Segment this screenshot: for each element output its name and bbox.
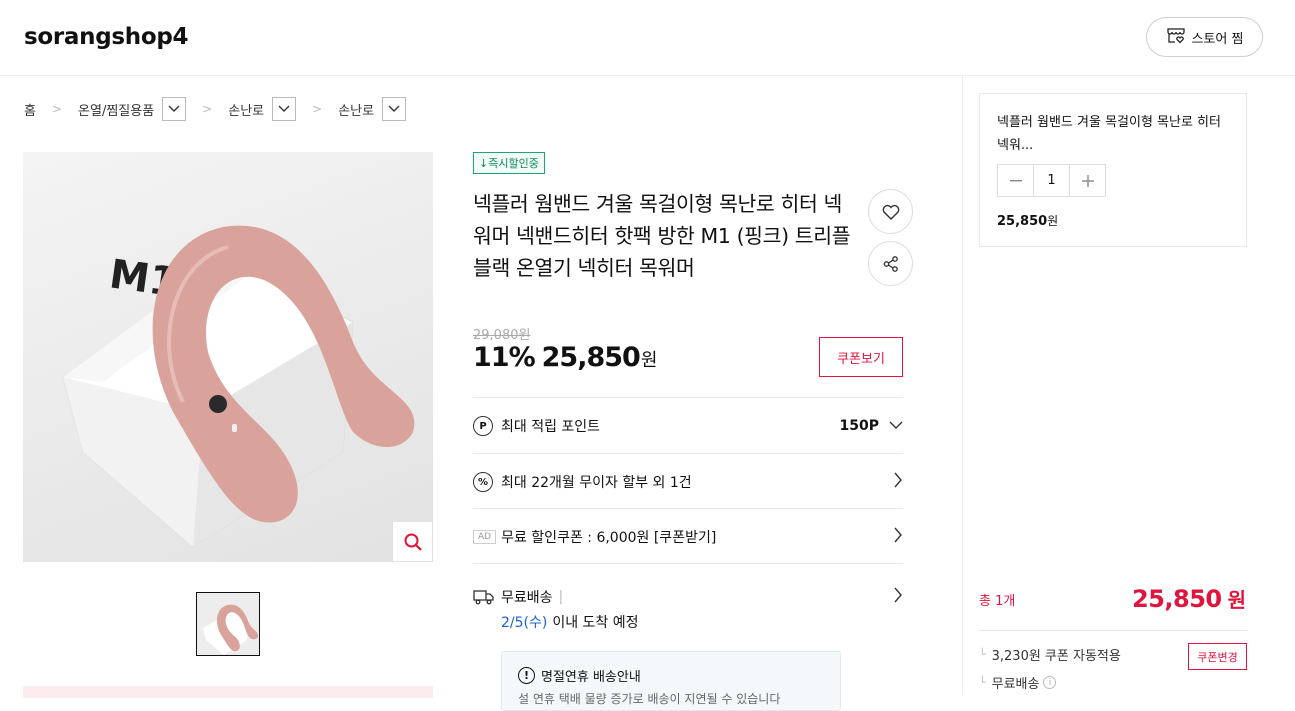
breadcrumb: 홈 > 온열/찜질용품 > 손난로 > 손난로: [24, 97, 407, 121]
points-value: 150P: [839, 418, 879, 434]
installment-row[interactable]: % 최대 22개월 무이자 할부 외 1건: [473, 453, 903, 508]
breadcrumb-home[interactable]: 홈: [24, 100, 36, 119]
free-coupon-row[interactable]: AD 무료 할인쿠폰 : 6,000원 [쿠폰받기]: [473, 508, 903, 563]
coupon-change-button[interactable]: 쿠폰변경: [1188, 643, 1247, 670]
panel-divider: [962, 76, 963, 695]
sale-price-unit: 원: [640, 350, 658, 371]
coupon-applied-text: 3,230원 쿠폰 자동적용: [991, 649, 1121, 664]
ad-tag: AD: [473, 530, 497, 544]
promo-banner-edge: [23, 686, 433, 698]
discount-rate: 11%: [473, 342, 536, 373]
chevron-right-icon: [893, 587, 903, 607]
selected-option-name: 넥플러 웜밴드 겨울 목걸이형 목난로 히터 넥워...: [997, 115, 1221, 153]
total-count: 총 1개: [979, 594, 1016, 609]
heart-icon: [882, 204, 899, 220]
notice-title: 명절연휴 배송안내: [541, 670, 641, 685]
breadcrumb-dropdown-2[interactable]: [272, 97, 297, 121]
store-name[interactable]: sorangshop4: [24, 24, 189, 50]
minus-icon: [1009, 179, 1022, 181]
coupon-applied-line: └ 3,230원 쿠폰 자동적용: [979, 645, 1121, 664]
points-row[interactable]: P 최대 적립 포인트 150P: [473, 397, 903, 453]
chevron-right-icon: [893, 527, 903, 547]
sale-price: 25,850: [541, 342, 641, 373]
shipping-label: 무료배송: [501, 590, 553, 606]
product-photo: M1: [62, 225, 415, 548]
option-price-unit: 원: [1047, 214, 1059, 228]
truck-icon: [473, 589, 494, 605]
product-thumbnail[interactable]: [196, 592, 260, 656]
product-main-image[interactable]: M1: [23, 152, 433, 562]
wish-button[interactable]: [868, 189, 913, 234]
breadcrumb-separator-icon: >: [312, 102, 323, 116]
view-coupon-button[interactable]: 쿠폰보기: [819, 337, 903, 377]
chevron-down-icon: [168, 105, 180, 112]
free-coupon-label: 무료 할인쿠폰 : 6,000원 [쿠폰받기]: [501, 530, 717, 546]
option-price: 25,850원: [997, 212, 1058, 229]
store-zzim-label: 스토어 찜: [1191, 31, 1244, 47]
total-divider: [979, 630, 1247, 631]
arrival-date: 2/5(수): [501, 615, 548, 631]
total-price: 25,850 원: [1132, 584, 1246, 613]
shipping-divider: |: [558, 589, 564, 605]
breadcrumb-separator-icon: >: [202, 102, 213, 116]
plus-icon: [1081, 174, 1094, 187]
sale-price-row: 11% 25,850 원: [473, 342, 657, 373]
option-price-value: 25,850: [997, 214, 1048, 229]
quantity-stepper: 1: [997, 164, 1106, 197]
breadcrumb-level-3[interactable]: 손난로: [338, 100, 374, 119]
arrival-text: 이내 도착 예정: [552, 615, 639, 631]
indent-mark: └: [979, 676, 986, 689]
store-zzim-button[interactable]: 스토어 찜: [1146, 17, 1263, 57]
info-icon[interactable]: i: [1043, 676, 1057, 689]
share-icon: [883, 255, 898, 272]
breadcrumb-level-2[interactable]: 손난로: [228, 100, 264, 119]
minus-button[interactable]: [998, 165, 1033, 196]
product-title: 넥플러 웜밴드 겨울 목걸이형 목난로 히터 넥워머 넥밴드히터 핫팩 방한 M…: [473, 192, 851, 280]
free-shipping-text: 무료배송: [991, 677, 1040, 692]
percent-icon: %: [473, 472, 493, 492]
instant-discount-badge: ↓즉시할인중: [473, 152, 545, 174]
selected-option-box: 넥플러 웜밴드 겨울 목걸이형 목난로 히터 넥워... 1 25,850원: [979, 93, 1247, 247]
total-price-value: 25,850: [1132, 585, 1222, 613]
store-header: sorangshop4 스토어 찜: [0, 0, 1295, 76]
total-price-unit: 원: [1227, 588, 1246, 612]
store-heart-icon: [1166, 26, 1186, 48]
holiday-shipping-notice: ! 명절연휴 배송안내 설 연휴 택배 물량 증가로 배송이 지연될 수 있습니…: [501, 651, 841, 711]
point-icon: P: [473, 416, 493, 436]
quantity-input[interactable]: 1: [1033, 165, 1070, 196]
installment-label: 최대 22개월 무이자 할부 외 1건: [501, 475, 692, 491]
original-price: 29,080원: [473, 328, 531, 343]
chevron-down-icon: [388, 105, 400, 112]
notice-body: 설 연휴 택배 물량 증가로 배송이 지연될 수 있습니다: [518, 692, 781, 706]
chevron-down-icon: [889, 418, 903, 434]
plus-button[interactable]: [1070, 165, 1105, 196]
breadcrumb-level-1[interactable]: 온열/찜질용품: [78, 100, 154, 119]
chevron-right-icon: [893, 472, 903, 492]
chevron-down-icon: [278, 105, 290, 112]
magnifier-icon: [404, 533, 422, 551]
zoom-button[interactable]: [392, 521, 433, 562]
share-button[interactable]: [868, 241, 913, 286]
breadcrumb-dropdown-3[interactable]: [382, 97, 407, 121]
indent-mark: └: [979, 648, 986, 661]
breadcrumb-separator-icon: >: [51, 102, 63, 116]
breadcrumb-dropdown-1[interactable]: [162, 97, 187, 121]
points-label: 최대 적립 포인트: [501, 419, 601, 435]
exclamation-icon: !: [518, 667, 535, 684]
free-shipping-line: └ 무료배송 i: [979, 673, 1057, 692]
